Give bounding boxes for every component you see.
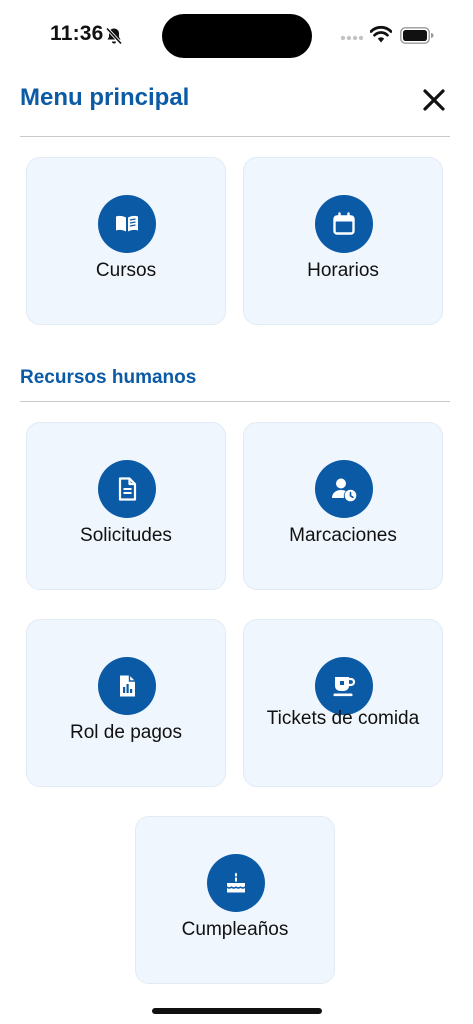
menu-card-horarios[interactable]: Horarios: [243, 157, 443, 325]
dynamic-island: [162, 14, 312, 58]
menu-card-cumpleanos[interactable]: Cumpleaños: [135, 816, 335, 984]
section-divider: [20, 401, 450, 402]
menu-card-rol-de-pagos[interactable]: Rol de pagos: [26, 619, 226, 787]
calendar-icon: [333, 212, 355, 235]
bell-slash-icon: [105, 27, 123, 45]
card-label: Rol de pagos: [70, 722, 182, 743]
menu-card-tickets-de-comida[interactable]: Tickets de comida: [243, 619, 443, 787]
document-icon: [118, 477, 137, 501]
section-title-recursos-humanos: Recursos humanos: [20, 367, 197, 388]
card-label: Cursos: [95, 260, 157, 281]
menu-card-solicitudes[interactable]: Solicitudes: [26, 422, 226, 590]
status-time: 11:36: [50, 22, 104, 45]
signal-icon: [340, 35, 364, 41]
wifi-icon: [370, 25, 392, 43]
close-icon: [423, 89, 445, 111]
header-divider: [20, 136, 450, 137]
coffee-cup-icon: [333, 677, 356, 697]
card-label: Solicitudes: [80, 525, 172, 546]
menu-card-marcaciones[interactable]: Marcaciones: [243, 422, 443, 590]
user-clock-icon: [332, 478, 357, 502]
card-label: Cumpleaños: [181, 919, 289, 940]
status-bar: 11:36: [0, 0, 473, 70]
book-open-icon: [116, 215, 138, 232]
card-label: Tickets de comida: [266, 708, 420, 729]
birthday-cake-icon: [227, 872, 245, 893]
report-chart-icon: [120, 675, 135, 697]
home-indicator[interactable]: [152, 1008, 322, 1014]
card-label: Marcaciones: [289, 525, 397, 546]
battery-icon: [400, 27, 434, 44]
close-button[interactable]: [418, 84, 450, 116]
menu-card-cursos[interactable]: Cursos: [26, 157, 226, 325]
card-label: Horarios: [307, 260, 379, 281]
page-title: Menu principal: [20, 84, 190, 111]
